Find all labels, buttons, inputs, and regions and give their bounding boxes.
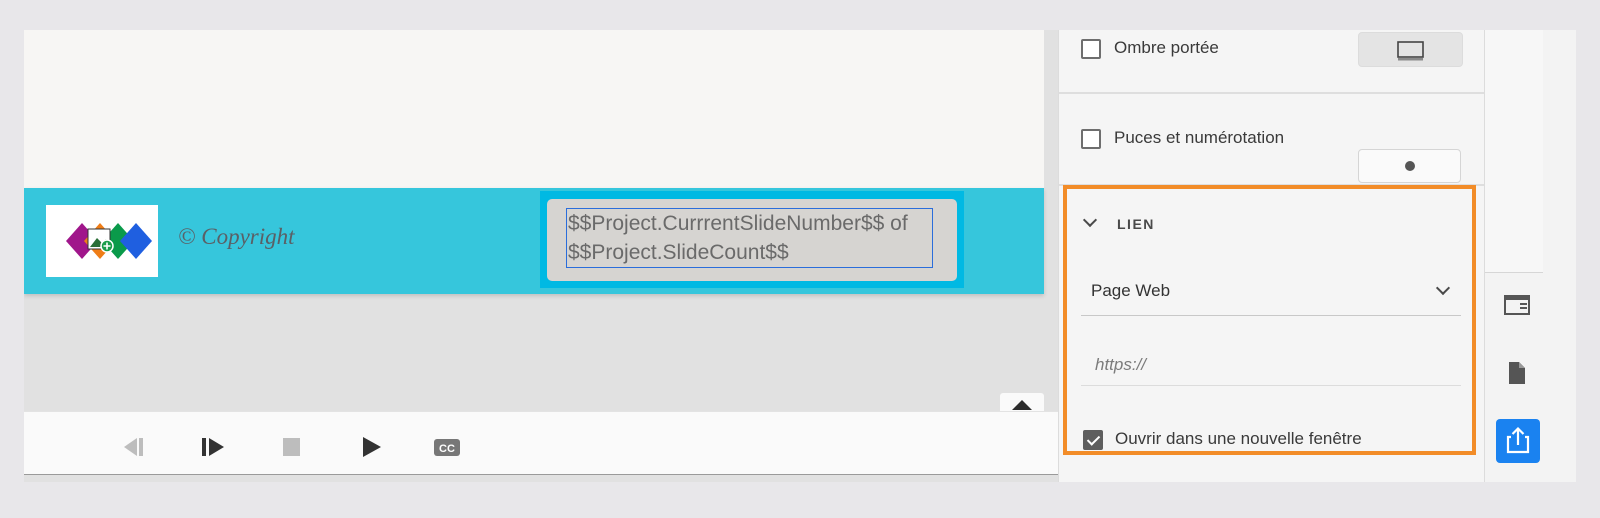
slide-number-box[interactable]: $$Project.CurrrentSlideNumber$$ of $$Pro… bbox=[547, 199, 957, 281]
bullets-row: Puces et numérotation bbox=[1059, 94, 1485, 186]
logo-placeholder[interactable] bbox=[46, 205, 158, 277]
drop-shadow-style-button[interactable] bbox=[1358, 32, 1463, 67]
copyright-text[interactable]: © Copyright bbox=[178, 224, 295, 250]
slide-footer-band: © Copyright $$Project.CurrrentSlideNumbe… bbox=[24, 188, 1044, 294]
app-window: © Copyright $$Project.CurrrentSlideNumbe… bbox=[24, 30, 1576, 482]
new-window-checkbox[interactable] bbox=[1083, 430, 1103, 450]
rail-top-area bbox=[1485, 30, 1543, 273]
properties-panel-icon bbox=[1504, 295, 1530, 315]
link-type-value: Page Web bbox=[1091, 281, 1171, 300]
chevron-up-icon bbox=[1012, 400, 1032, 410]
drop-shadow-row: Ombre portée bbox=[1059, 30, 1485, 94]
play-icon bbox=[363, 437, 381, 457]
bullets-label: Puces et numérotation bbox=[1114, 128, 1285, 147]
share-icon bbox=[1506, 426, 1530, 454]
play-pause-button[interactable] bbox=[199, 432, 229, 462]
document-button[interactable] bbox=[1504, 360, 1530, 391]
collapse-playbar-button[interactable] bbox=[1000, 393, 1044, 413]
url-input[interactable] bbox=[1081, 344, 1461, 386]
slide-number-text[interactable]: $$Project.CurrrentSlideNumber$$ of $$Pro… bbox=[566, 208, 933, 268]
link-section: LIEN Page Web Ouvrir dans une nouvelle f… bbox=[1063, 185, 1476, 455]
rewind-icon bbox=[124, 438, 143, 456]
shadow-preview-icon bbox=[1397, 41, 1424, 61]
select-chevron-icon bbox=[1435, 280, 1451, 296]
stop-button[interactable] bbox=[277, 432, 307, 462]
document-icon bbox=[1509, 362, 1525, 384]
slide-stage: © Copyright $$Project.CurrrentSlideNumbe… bbox=[24, 30, 1078, 482]
play-button[interactable] bbox=[357, 432, 387, 462]
new-window-label[interactable]: Ouvrir dans une nouvelle fenêtre bbox=[1115, 429, 1362, 449]
right-rail bbox=[1484, 30, 1576, 482]
cc-label: CC bbox=[439, 443, 455, 455]
link-section-title[interactable]: LIEN bbox=[1117, 216, 1155, 232]
closed-caption-button[interactable]: CC bbox=[432, 432, 462, 462]
drop-shadow-label: Ombre portée bbox=[1114, 38, 1219, 57]
bullet-style-button[interactable] bbox=[1358, 149, 1461, 183]
drop-shadow-checkbox[interactable] bbox=[1081, 39, 1101, 59]
stop-icon bbox=[283, 438, 300, 456]
chevron-down-icon[interactable] bbox=[1082, 212, 1098, 228]
properties-panel: Ombre portée Puces et numérotation LIEN bbox=[1058, 30, 1485, 482]
share-button[interactable] bbox=[1496, 419, 1540, 463]
logo-icon bbox=[66, 223, 152, 259]
closed-caption-icon: CC bbox=[434, 439, 460, 456]
slide-number-frame[interactable]: $$Project.CurrrentSlideNumber$$ of $$Pro… bbox=[540, 191, 964, 288]
slide-canvas bbox=[24, 30, 1044, 188]
properties-panel-button[interactable] bbox=[1504, 294, 1530, 321]
playbar: CC bbox=[24, 411, 1058, 475]
bullet-dot-icon bbox=[1405, 161, 1415, 171]
play-pause-icon bbox=[202, 438, 224, 456]
rewind-button[interactable] bbox=[120, 432, 150, 462]
bullets-checkbox[interactable] bbox=[1081, 129, 1101, 149]
link-type-select[interactable]: Page Web bbox=[1081, 269, 1461, 316]
